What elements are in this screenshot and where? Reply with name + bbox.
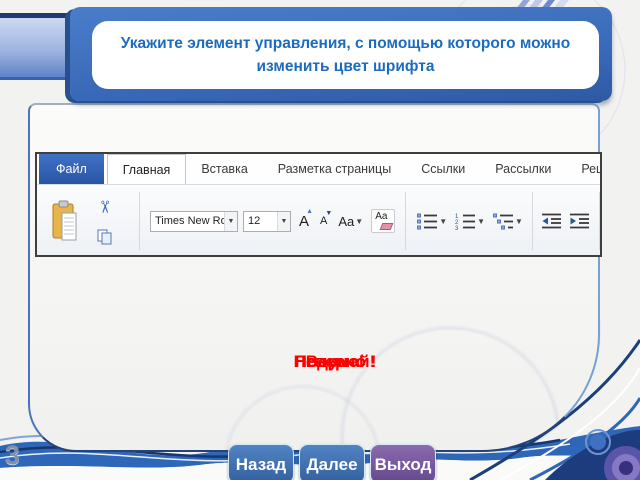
tab-page-layout[interactable]: Разметка страницы <box>263 154 406 184</box>
increase-indent-icon <box>569 213 589 229</box>
group-separator <box>531 192 533 250</box>
tab-mailings[interactable]: Рассылки <box>480 154 566 184</box>
font-size-value: 12 <box>248 215 261 227</box>
eraser-icon <box>379 223 394 230</box>
font-size-dropdown-icon[interactable]: ▼ <box>277 211 290 231</box>
next-button[interactable]: Далее <box>299 444 365 480</box>
tab-file[interactable]: Файл <box>39 154 104 184</box>
numbering-icon: 123 <box>455 214 476 230</box>
navigation-buttons: Назад Далее Выход <box>228 444 436 480</box>
copy-icon[interactable] <box>97 229 113 245</box>
tab-review[interactable]: Рецензирование <box>566 154 600 184</box>
decrease-indent-icon <box>541 213 561 229</box>
shrink-font-button[interactable]: А ▼ <box>317 210 333 229</box>
cut-icon[interactable]: ✂ <box>94 200 114 214</box>
tab-references[interactable]: Ссылки <box>406 154 480 184</box>
group-separator <box>139 192 140 250</box>
group-separator <box>405 192 407 250</box>
top-left-flap <box>0 18 66 80</box>
tab-insert[interactable]: Вставка <box>186 154 262 184</box>
tab-home[interactable]: Главная <box>106 154 187 184</box>
group-separator <box>598 192 600 250</box>
paste-icon[interactable] <box>51 200 79 242</box>
grow-font-button[interactable]: А ▲ <box>296 207 314 232</box>
question-text-bold: цвет шрифта <box>333 58 435 75</box>
back-button[interactable]: Назад <box>228 444 294 480</box>
font-size-combobox[interactable]: 12 ▼ <box>243 210 291 232</box>
numbering-button[interactable]: 123 ▼ <box>452 210 488 232</box>
multilevel-list-icon <box>493 213 514 230</box>
bullets-dropdown-icon: ▼ <box>439 216 448 226</box>
clear-formatting-button[interactable]: Aa <box>371 209 396 233</box>
multilevel-dropdown-icon: ▼ <box>515 216 523 226</box>
bullets-button[interactable]: ▼ <box>414 210 450 232</box>
font-name-combobox[interactable]: Times New Ro ▼ <box>150 210 238 232</box>
font-name-value: Times New Ro <box>155 215 224 227</box>
feedback-overlays: Верно! Подумай! Неверно ! <box>240 351 430 413</box>
change-case-button[interactable]: Aa ▼ <box>335 212 366 231</box>
question-text: Укажите элемент управления, с помощью ко… <box>120 34 571 75</box>
increase-indent-button[interactable] <box>567 210 593 232</box>
decrease-indent-button[interactable] <box>539 210 565 232</box>
clipboard-group: ✂ <box>39 189 135 253</box>
numbering-dropdown-icon: ▼ <box>477 216 486 226</box>
svg-text:3: 3 <box>455 226 459 230</box>
change-case-dropdown-icon: ▼ <box>355 216 364 226</box>
paragraph-group: ▼ 123 ▼ ▼ <box>410 189 600 253</box>
bullets-icon <box>417 213 438 230</box>
font-group: Times New Ro ▼ 12 ▼ А ▲ А ▼ Aa ▼ Aa <box>144 189 401 253</box>
word-ribbon-screenshot: Файл Главная Вставка Разметка страницы С… <box>35 152 602 257</box>
question-callout-inner: Укажите элемент управления, с помощью ко… <box>92 21 599 89</box>
shrink-font-arrow-icon: ▼ <box>325 210 333 217</box>
exit-button[interactable]: Выход <box>370 444 436 480</box>
grow-font-arrow-icon: ▲ <box>306 207 314 215</box>
multilevel-list-button[interactable]: ▼ <box>490 210 526 232</box>
feedback-wrong: Неверно ! <box>293 352 377 371</box>
ribbon-toolbar: ✂ Times New Ro ▼ 12 ▼ А ▲ А ▼ Aa ▼ Aa ▼ … <box>37 185 600 255</box>
ribbon-tabs-row: Файл Главная Вставка Разметка страницы С… <box>37 154 600 185</box>
question-callout: Укажите элемент управления, с помощью ко… <box>70 7 612 101</box>
slide-number: 3 <box>5 440 21 470</box>
font-name-dropdown-icon[interactable]: ▼ <box>224 211 237 231</box>
